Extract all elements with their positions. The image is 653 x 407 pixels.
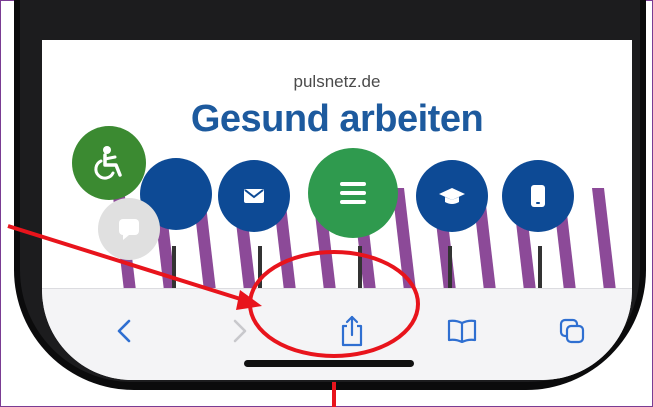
back-button[interactable] [104,311,144,351]
bookmarks-button[interactable] [442,311,482,351]
home-indicator [244,360,414,367]
share-button[interactable] [332,311,372,351]
graduation-cap-icon [439,188,465,204]
tabs-icon [559,318,585,344]
wheelchair-icon [94,146,122,180]
chat-icon [119,219,139,240]
book-icon [447,319,477,343]
tabs-button[interactable] [552,311,592,351]
forward-chevron-icon [233,319,247,343]
mail-button[interactable] [218,160,290,232]
menu-icon [340,182,366,204]
phone-button[interactable] [502,160,574,232]
smartphone-icon [531,185,545,207]
forward-button[interactable] [220,311,260,351]
education-button[interactable] [416,160,488,232]
menu-button[interactable] [308,148,398,238]
mail-icon [244,189,264,203]
accessibility-button[interactable] [72,126,146,200]
share-icon [341,315,363,347]
chat-button[interactable] [98,198,160,260]
site-domain[interactable]: pulsnetz.de [42,72,632,92]
phone-screen: pulsnetz.de Gesund arbeiten [20,40,632,380]
back-chevron-icon [117,319,131,343]
browser-viewport: pulsnetz.de Gesund arbeiten [42,40,632,380]
